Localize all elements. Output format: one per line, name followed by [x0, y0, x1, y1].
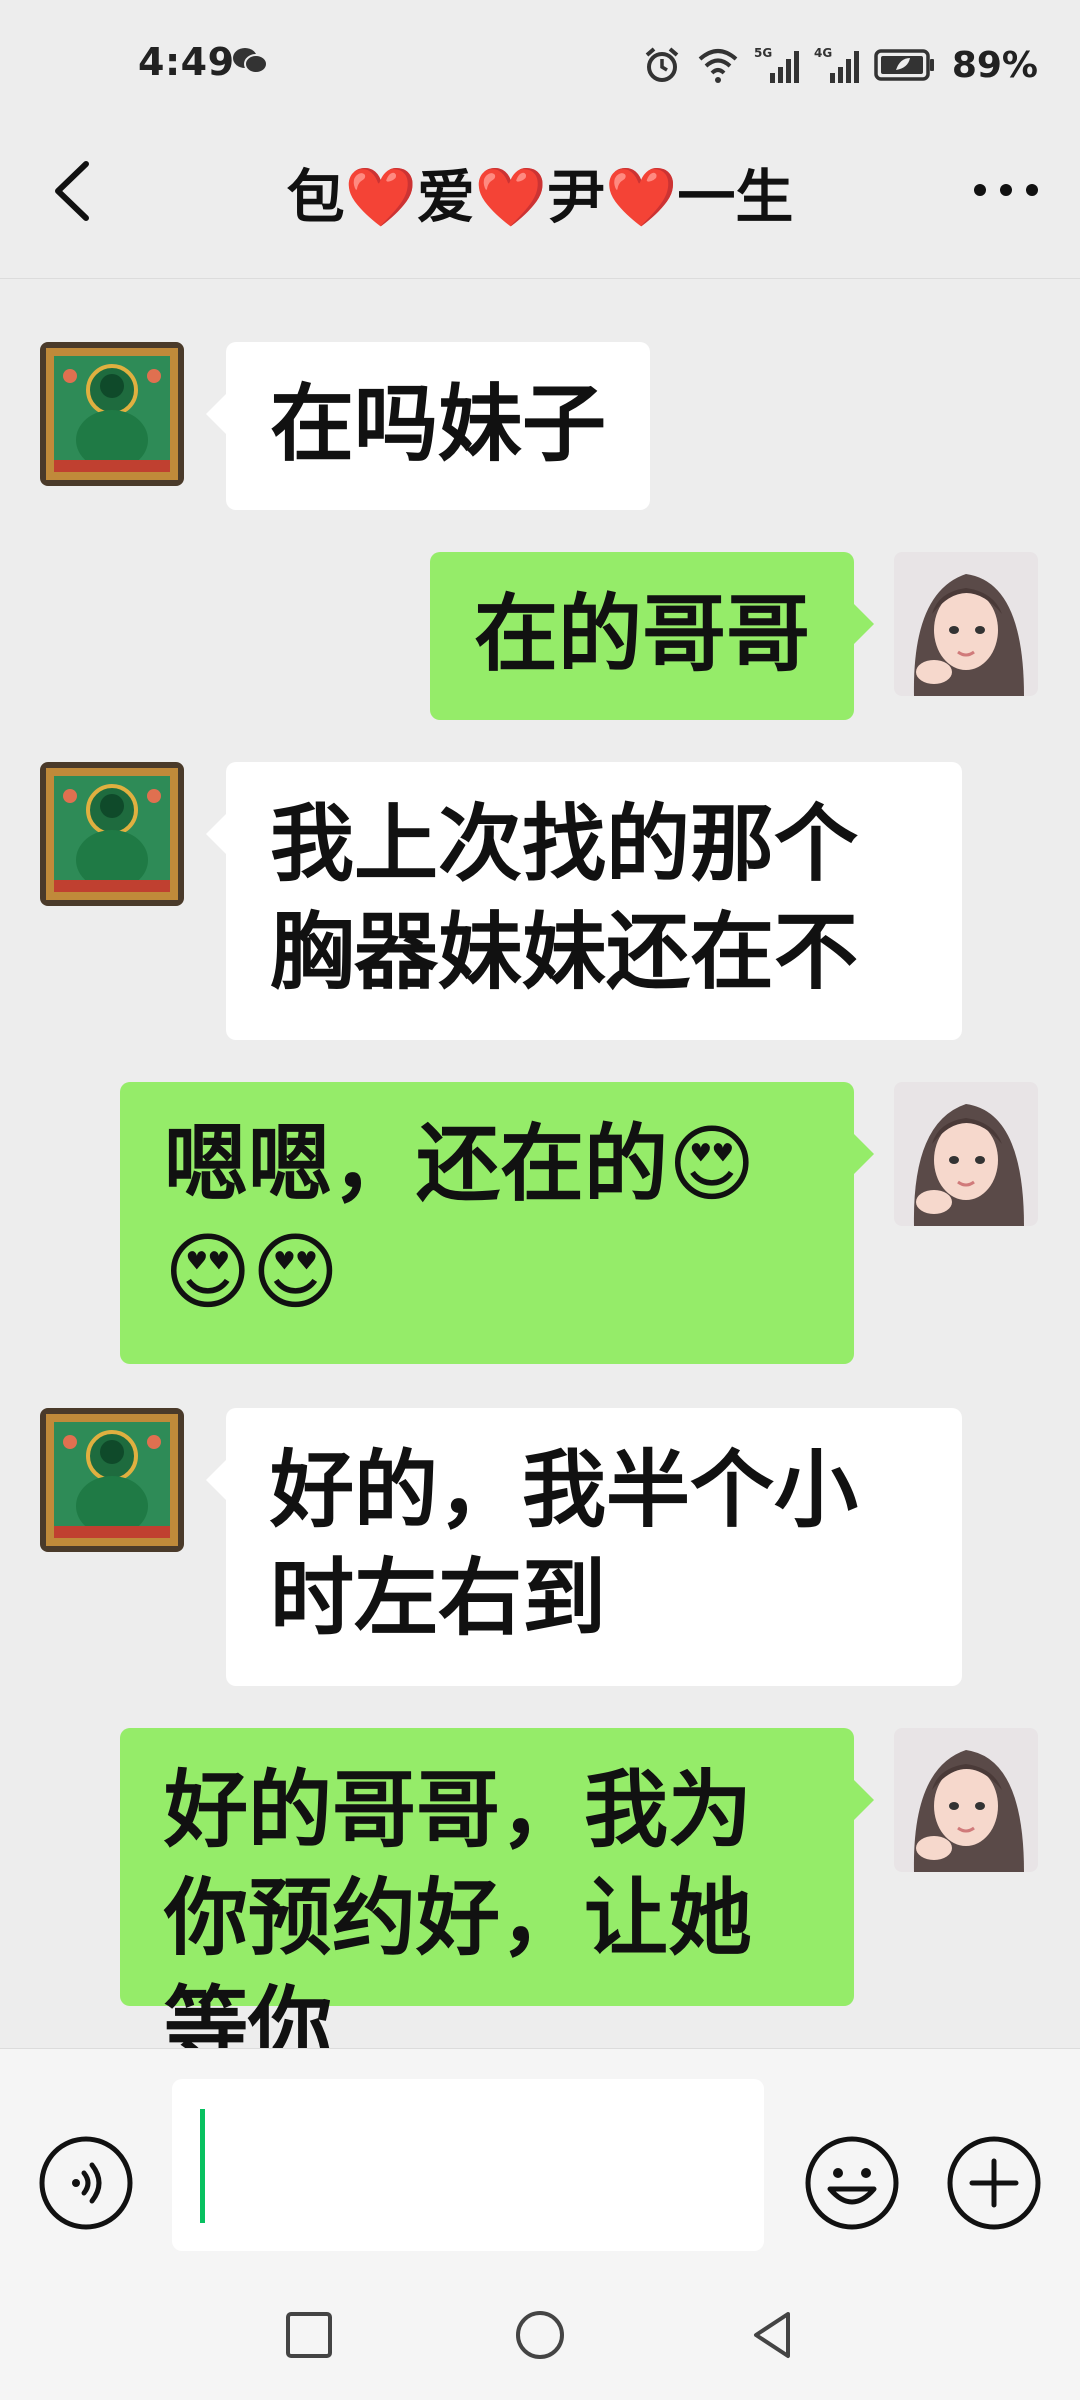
emoji-icon	[805, 2136, 899, 2230]
my-avatar[interactable]	[894, 1728, 1038, 1872]
signal-4g-label: 4G	[814, 46, 832, 60]
my-avatar[interactable]	[894, 1082, 1038, 1226]
status-icons: 5G 4G 89%	[642, 40, 1038, 90]
system-nav-bar	[0, 2270, 1080, 2400]
chat-header: 包❤️爱❤️尹❤️一生	[0, 130, 1080, 279]
battery-percent: 89%	[951, 44, 1038, 86]
chat-title: 包❤️爱❤️尹❤️一生	[286, 163, 794, 231]
emoji-button[interactable]	[804, 2135, 900, 2231]
message-bubble[interactable]: 我上次找的那个胸器妹妹还在不	[206, 762, 962, 1040]
message-input[interactable]	[172, 2079, 764, 2251]
more-dots-icon	[974, 184, 1038, 196]
contact-avatar[interactable]	[40, 762, 184, 906]
message-bubble[interactable]: 嗯嗯，还在的😍😍😍	[120, 1082, 874, 1364]
chevron-left-icon	[55, 161, 89, 221]
voice-button[interactable]	[38, 2135, 134, 2231]
signal-4g-icon: 4G	[814, 45, 860, 85]
back-button[interactable]	[40, 156, 110, 226]
contact-avatar[interactable]	[40, 1408, 184, 1552]
nav-back-button[interactable]	[736, 2300, 806, 2370]
wifi-icon	[696, 45, 740, 85]
signal-5g-icon: 5G	[754, 45, 800, 85]
more-button[interactable]	[966, 160, 1046, 220]
message-bubble[interactable]: 好的哥哥，我为你预约好，让她等你	[120, 1728, 874, 2075]
plus-button[interactable]	[946, 2135, 1042, 2231]
input-bar	[0, 2048, 1080, 2271]
home-button[interactable]	[505, 2300, 575, 2370]
status-time: 4:49	[138, 40, 235, 84]
message-bubble[interactable]: 在吗妹子	[206, 342, 650, 510]
signal-5g-label: 5G	[754, 46, 772, 60]
message-bubble[interactable]: 在的哥哥	[430, 552, 874, 720]
back-triangle-icon	[754, 2312, 790, 2358]
alarm-icon	[642, 45, 682, 85]
recents-button[interactable]	[274, 2300, 344, 2370]
contact-avatar[interactable]	[40, 342, 184, 486]
recents-square-icon	[286, 2312, 332, 2358]
home-circle-icon	[516, 2311, 564, 2359]
message-bubble[interactable]: 好的，我半个小时左右到	[206, 1408, 962, 1686]
status-bar: 4:49 5G 4G 89%	[0, 0, 1080, 130]
wechat-icon	[232, 46, 268, 76]
my-avatar[interactable]	[894, 552, 1038, 696]
voice-icon	[39, 2136, 133, 2230]
text-caret	[200, 2109, 205, 2223]
plus-icon	[947, 2136, 1041, 2230]
battery-icon	[874, 48, 936, 82]
